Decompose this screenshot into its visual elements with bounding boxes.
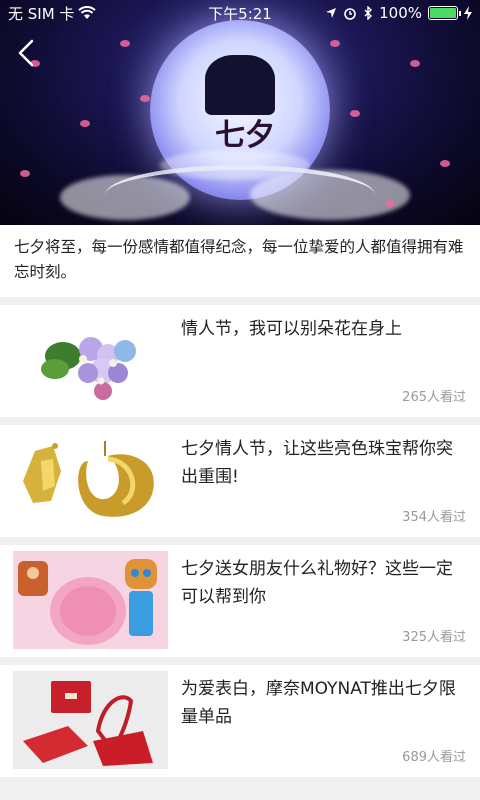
article-title: 为爱表白，摩奈MOYNAT推出七夕限量单品 (181, 679, 456, 727)
article-thumbnail (13, 431, 168, 529)
wifi-icon (78, 6, 97, 19)
status-time: 下午5:21 (208, 4, 272, 23)
petal (410, 60, 420, 67)
article-thumbnail (13, 551, 168, 649)
cloud (160, 150, 310, 180)
article-view-count: 689人看过 (402, 750, 466, 765)
cloud (60, 175, 190, 220)
charging-icon (464, 6, 472, 20)
back-arrow-icon[interactable] (14, 38, 40, 68)
article-title: 情人节，我可以别朵花在身上 (181, 319, 402, 339)
couple-silhouette (205, 55, 275, 115)
location-icon (326, 8, 337, 18)
qixi-calligraphy: 七夕 (215, 118, 275, 153)
article-thumbnail (13, 671, 168, 769)
article-item[interactable]: 为爱表白，摩奈MOYNAT推出七夕限量单品 689人看过 (0, 665, 480, 777)
alarm-icon (344, 8, 356, 20)
petal (80, 120, 90, 127)
petal (440, 160, 450, 167)
petal (140, 95, 150, 102)
article-item[interactable]: 七夕送女朋友什么礼物好？这些一定可以帮到你 325人看过 (0, 545, 480, 657)
hero-banner: 无 SIM 卡 下午5:21 100% 七夕 (0, 0, 480, 225)
petal (330, 40, 340, 47)
battery-icon (428, 6, 461, 20)
article-item[interactable]: 情人节，我可以别朵花在身上 265人看过 (0, 305, 480, 417)
article-view-count: 265人看过 (402, 390, 466, 405)
intro-text: 七夕将至，每一份感情都值得纪念，每一位挚爱的人都值得拥有难忘时刻。 (0, 225, 480, 297)
article-item[interactable]: 七夕情人节，让这些亮色珠宝帮你突出重围! 354人看过 (0, 425, 480, 537)
petal (120, 40, 130, 47)
article-title: 七夕情人节，让这些亮色珠宝帮你突出重围! (181, 439, 453, 487)
battery-percent: 100% (379, 4, 422, 22)
article-view-count: 354人看过 (402, 510, 466, 525)
carrier-label: 无 SIM 卡 (8, 4, 75, 23)
bluetooth-icon (364, 6, 373, 20)
article-thumbnail (13, 311, 168, 409)
article-view-count: 325人看过 (402, 630, 466, 645)
petal (20, 170, 30, 177)
status-bar: 无 SIM 卡 下午5:21 100% (0, 0, 480, 26)
article-title: 七夕送女朋友什么礼物好？这些一定可以帮到你 (181, 559, 453, 607)
petal (350, 110, 360, 117)
petal (385, 200, 395, 207)
